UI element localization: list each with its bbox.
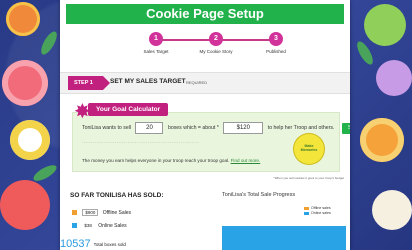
step-label: Sales Target: [143, 49, 169, 54]
progress-steps: 1 Sales Target 2 My Cookie Story 3 Publi…: [60, 28, 350, 66]
progress-bar: [222, 226, 346, 250]
total-boxes: 10537 Total boxes sold: [60, 238, 126, 250]
flower-decoration: [360, 118, 404, 162]
online-sales-value: $38: [84, 223, 92, 229]
budget-note: *When you sell cookies it goes to your t…: [273, 176, 344, 180]
flower-decoration: [0, 180, 50, 230]
goal-text-before: ToniLisa wants to sell: [82, 125, 132, 131]
flower-decoration: [376, 60, 412, 96]
step-label: My Cookie Story: [199, 49, 233, 54]
total-boxes-value: 10537: [60, 238, 91, 250]
amount-field: $120: [223, 122, 264, 134]
step-number: 3: [269, 32, 283, 46]
step-number: 1: [149, 32, 163, 46]
total-boxes-label: Total boxes sold: [93, 241, 126, 247]
goal-text-mid: boxes which = about *: [167, 125, 219, 131]
boxes-input[interactable]: 20: [135, 122, 164, 134]
legend-label: Online sales: [311, 211, 331, 215]
offline-sales-row: $900 Offline Sales: [72, 209, 131, 216]
legend-item: Online sales: [304, 211, 331, 215]
cookie-setup-panel: Cookie Page Setup 1 Sales Target 2 My Co…: [60, 0, 350, 250]
seal-text: Make Memories: [300, 144, 318, 152]
legend-swatch: [304, 206, 309, 210]
legend-swatch: [304, 211, 309, 215]
page-title: Cookie Page Setup: [66, 4, 344, 24]
progress-legend: Offline sales Online sales: [304, 206, 331, 216]
progress-title: ToniLisa's Total Sale Progress: [222, 192, 296, 198]
find-out-more-link[interactable]: Find out more.: [231, 158, 261, 163]
fine-print: - - - - - - - - - - - - - - - - - - - - …: [82, 140, 199, 144]
step-tag: STEP 1: [68, 76, 110, 90]
goal-text-after: to help her Troop and others.: [267, 125, 335, 131]
offline-sales-label: Offline Sales: [102, 209, 132, 216]
flower-decoration: [364, 4, 406, 46]
step-title: SET MY SALES TARGET: [110, 78, 186, 85]
goal-sentence: ToniLisa wants to sell 20 boxes which = …: [82, 122, 350, 134]
money-text: The money you earn helps everyone in you…: [82, 158, 230, 163]
offline-sales-value: $900: [82, 209, 99, 216]
legend-label: Offline sales: [311, 206, 331, 210]
online-sales-label: Online Sales: [98, 223, 127, 229]
step-number: 2: [209, 32, 223, 46]
step-header-bar: STEP 1 SET MY SALES TARGET REQUIRED: [60, 72, 350, 94]
flower-decoration: [6, 2, 40, 36]
calculator-title: Your Goal Calculator: [88, 103, 169, 116]
online-swatch: [72, 223, 77, 229]
make-memories-seal: Make Memories: [296, 136, 322, 162]
flower-decoration: [372, 190, 412, 230]
so-far-heading: SO FAR TONILISA HAS SOLD:: [70, 192, 164, 199]
step-label: Published: [266, 49, 286, 54]
required-label: REQUIRED: [186, 80, 208, 85]
offline-swatch: [72, 210, 77, 215]
legend-item: Offline sales: [304, 206, 331, 210]
online-sales-row: $38 Online Sales: [72, 223, 127, 229]
save-button[interactable]: Save: [341, 122, 350, 134]
flower-decoration: [10, 120, 50, 160]
step-published[interactable]: 3 Published: [236, 32, 316, 54]
money-info: The money you earn helps everyone in you…: [82, 158, 260, 163]
flower-decoration: [2, 60, 48, 106]
